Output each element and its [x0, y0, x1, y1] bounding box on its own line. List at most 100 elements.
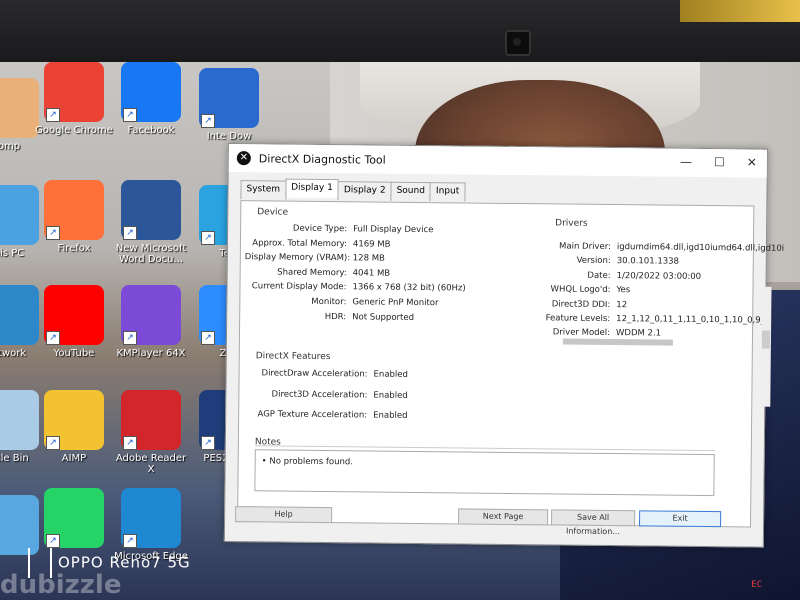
driver-row: Version: 30.0.101.1338 — [539, 256, 679, 267]
directx-features: DirectDraw Acceleration: Enabled Direct3D … — [241, 201, 753, 421]
exit-button[interactable]: Exit — [639, 510, 722, 528]
tab-strip: System Display 1 Display 2 Sound Input — [240, 178, 466, 202]
app-icon: ↗ — [44, 285, 104, 345]
tab-sound[interactable]: Sound — [390, 181, 432, 202]
note-item: • No problems found. — [261, 456, 354, 468]
device-value: Full Display Device — [353, 224, 434, 236]
feature-value: Enabled — [373, 410, 408, 421]
help-button[interactable]: Help — [235, 506, 333, 524]
window-controls: — ☐ ✕ — [680, 155, 757, 170]
maximize-button[interactable]: ☐ — [714, 155, 725, 169]
shortcut-arrow-icon: ↗ — [46, 108, 60, 122]
shortcut-arrow-icon: ↗ — [201, 331, 215, 345]
app-icon: ↗ — [0, 185, 39, 245]
driver-value: 1/20/2022 03:00:00 — [616, 270, 702, 282]
tab-system[interactable]: System — [240, 180, 287, 200]
driver-key: WHQL Logo'd: — [550, 284, 611, 296]
feature-row: Direct3D Acceleration: Enabled — [243, 389, 408, 401]
shortcut-arrow-icon: ↗ — [201, 231, 215, 245]
app-icon: ↗ — [121, 285, 181, 345]
save-all-information-button[interactable]: Save All Information... — [551, 509, 636, 536]
app-icon: ↗ — [121, 62, 181, 122]
feature-value: Enabled — [373, 390, 408, 401]
window-title: DirectX Diagnostic Tool — [258, 151, 386, 167]
desktop-icon-label: YouTube — [53, 348, 95, 359]
desktop-icon-label: Firefox — [57, 243, 91, 254]
desktop-icon[interactable]: ↗ Firefox — [35, 180, 113, 254]
driver-value: 12 — [616, 299, 628, 310]
feature-row: DirectDraw Acceleration: Enabled — [244, 368, 408, 380]
app-icon: ↗ — [0, 495, 39, 555]
desktop-icon-label: omp — [0, 141, 21, 152]
desktop-icon-label: Google Chrome — [35, 125, 113, 136]
desktop-icon[interactable]: ↗ Adobe Reader X — [112, 390, 190, 475]
driver-row: Main Driver: igdumdim64.dll,igd10iumd64.d… — [539, 241, 785, 254]
close-button[interactable]: ✕ — [747, 155, 757, 169]
feature-value: Enabled — [373, 369, 408, 380]
taskbar-corner: EC — [751, 580, 762, 590]
device-row: HDR: Not Supported — [244, 311, 414, 323]
device-key: Approx. Total Memory: — [252, 237, 348, 249]
app-icon: ↗ — [0, 390, 39, 450]
driver-info: Main Driver: igdumdim64.dll,igd10iumd64.d… — [241, 201, 785, 338]
app-icon: ↗ — [44, 488, 104, 548]
next-page-button[interactable]: Next Page — [458, 508, 549, 526]
device-value: 1366 x 768 (32 bit) (60Hz) — [352, 282, 466, 294]
desktop-icon[interactable]: ↗ — [35, 488, 113, 551]
tab-display-1[interactable]: Display 1 — [284, 178, 339, 199]
minimize-button[interactable]: — — [680, 155, 692, 169]
device-row: Approx. Total Memory: 4169 MB — [245, 237, 390, 249]
driver-row: Direct3D DDI: 12 — [538, 299, 628, 310]
notes-group-label: Notes — [254, 437, 281, 448]
shortcut-arrow-icon: ↗ — [46, 226, 60, 240]
device-row: Current Display Mode: 1366 x 768 (32 bit)… — [244, 282, 466, 294]
drivers-scrollbar[interactable] — [555, 336, 735, 348]
scroll-thumb[interactable] — [761, 330, 771, 349]
app-icon: ↗ — [0, 78, 39, 138]
app-icon: ↗ — [121, 488, 181, 548]
webcam — [505, 30, 531, 56]
device-info: Device Type: Full Display Device Approx. T… — [241, 201, 753, 323]
shortcut-arrow-icon: ↗ — [46, 331, 60, 345]
scroll-thumb[interactable] — [562, 338, 673, 346]
desktop-icon[interactable]: ↗ New Microsoft Word Docu... — [112, 180, 190, 265]
desktop-icon[interactable]: ↗ AIMP — [35, 390, 113, 464]
driver-key: Date: — [587, 270, 611, 281]
tab-input[interactable]: Input — [429, 182, 466, 202]
desktop-icon[interactable]: ↗ Inte Dow — [190, 68, 268, 142]
device-scrollbar[interactable] — [760, 286, 772, 407]
desktop-icon[interactable]: ↗ YouTube — [35, 285, 113, 359]
site-watermark: dubizzle — [0, 570, 122, 600]
device-group-label: Device — [257, 207, 289, 218]
device-key: Shared Memory: — [277, 267, 347, 279]
device-row: Monitor: Generic PnP Monitor — [244, 296, 438, 308]
directx-icon: ✕ — [236, 151, 251, 166]
device-row: Display Memory (VRAM): 128 MB — [245, 252, 385, 263]
driver-key: Main Driver: — [559, 241, 611, 253]
feature-key: DirectDraw Acceleration: — [261, 368, 368, 380]
app-icon: ↗ — [44, 62, 104, 122]
shortcut-arrow-icon: ↗ — [201, 114, 215, 128]
desktop-icon-label: KMPlayer 64X — [116, 348, 186, 359]
shortcut-arrow-icon: ↗ — [123, 108, 137, 122]
driver-value: igdumdim64.dll,igd10iumd64.dll,igd10i — [616, 242, 785, 254]
driver-value: Yes — [616, 285, 631, 296]
tab-display-2[interactable]: Display 2 — [337, 181, 392, 201]
shortcut-arrow-icon: ↗ — [201, 436, 215, 450]
device-value: Generic PnP Monitor — [352, 297, 439, 309]
device-value: Not Supported — [352, 311, 415, 323]
desktop-icon[interactable]: ↗ Google Chrome — [35, 62, 113, 136]
desktop-icon-label: Facebook — [127, 125, 175, 136]
app-icon: ↗ — [121, 390, 181, 450]
driver-row: WHQL Logo'd: Yes — [538, 284, 631, 296]
device-value: 128 MB — [352, 253, 385, 264]
device-key: Device Type: — [292, 223, 348, 235]
directx-window[interactable]: ✕ DirectX Diagnostic Tool — ☐ ✕ System D… — [223, 143, 785, 548]
notes-box: • No problems found. — [254, 449, 715, 497]
desktop-icon[interactable]: ↗ Facebook — [112, 62, 190, 136]
device-value: 4041 MB — [352, 268, 391, 279]
desktop-icon[interactable]: ↗ KMPlayer 64X — [112, 285, 190, 359]
app-icon: ↗ — [44, 180, 104, 240]
title-bar[interactable]: ✕ DirectX Diagnostic Tool — ☐ ✕ — [228, 144, 767, 178]
shortcut-arrow-icon: ↗ — [123, 331, 137, 345]
